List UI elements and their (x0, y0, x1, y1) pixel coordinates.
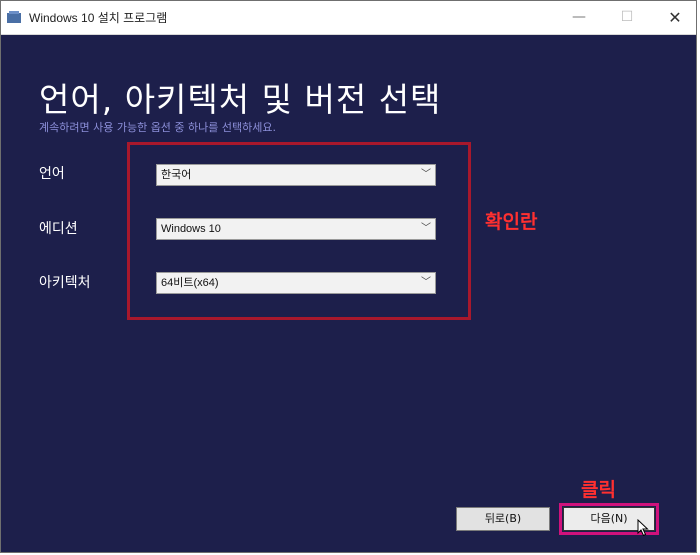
options-highlight-box (127, 142, 471, 320)
mouse-cursor-icon (637, 519, 649, 537)
content-area: 언어, 아키텍처 및 버전 선택 계속하려면 사용 가능한 옵션 중 하나를 선… (1, 35, 696, 552)
check-annotation: 확인란 (485, 211, 538, 233)
page-title: 언어, 아키텍처 및 버전 선택 (39, 80, 442, 119)
page-subtitle: 계속하려면 사용 가능한 옵션 중 하나를 선택하세요. (39, 121, 276, 134)
close-button[interactable]: ✕ (653, 1, 696, 33)
click-annotation: 클릭 (581, 479, 616, 501)
title-bar[interactable]: Windows 10 설치 프로그램 — ☐ ✕ (1, 1, 696, 35)
window-title: Windows 10 설치 프로그램 (29, 11, 168, 25)
architecture-label: 아키텍처 (39, 275, 91, 291)
window-icon (7, 11, 21, 23)
edition-label: 에디션 (39, 221, 78, 237)
minimize-button[interactable]: — (557, 1, 601, 33)
setup-window: Windows 10 설치 프로그램 — ☐ ✕ 언어, 아키텍처 및 버전 선… (0, 0, 697, 553)
language-label: 언어 (39, 166, 65, 182)
back-button[interactable]: 뒤로(B) (456, 507, 550, 531)
maximize-button[interactable]: ☐ (605, 1, 649, 33)
